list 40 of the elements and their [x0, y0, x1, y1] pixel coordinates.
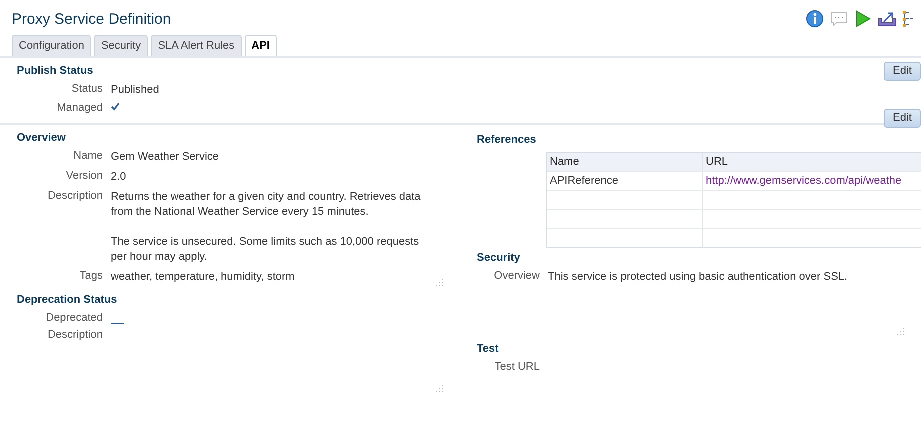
field-value: weather, temperature, humidity, storm — [111, 270, 295, 285]
tab[interactable]: API — [244, 35, 277, 56]
column-header: Name — [547, 153, 703, 171]
field-label: Deprecated — [45, 312, 104, 324]
url-link[interactable]: http://www.gemservices.com/api/weathe — [703, 172, 905, 190]
field-label: Status — [70, 83, 104, 95]
resize-grip-icon[interactable] — [435, 278, 444, 287]
field-value: The service is unsecured. Some limits such as 10,000 requests per hour may apply. — [111, 235, 420, 265]
status-value: Published — [111, 83, 160, 97]
page-title: Proxy Service Definition — [12, 10, 172, 28]
section-heading: Overview — [17, 132, 66, 144]
column-header: URL — [705, 155, 730, 170]
play-icon[interactable] — [854, 10, 873, 28]
field-label: Description — [46, 329, 104, 341]
info-icon[interactable] — [806, 10, 825, 28]
section-heading: References — [477, 134, 536, 146]
table-cell: APIReference — [547, 172, 703, 190]
edit-button[interactable]: Edit — [884, 108, 921, 128]
field-label: Name — [72, 150, 104, 162]
field-value: This service is protected using basic authentication over SSL. — [548, 270, 848, 284]
tab[interactable]: Security — [94, 35, 148, 56]
section-heading: Publish Status — [17, 65, 94, 77]
section-heading: Security — [477, 252, 520, 264]
section-heading: Test — [477, 343, 499, 355]
field-label: Version — [65, 170, 104, 182]
section-heading: Deprecation Status — [17, 294, 118, 306]
upload-icon[interactable] — [878, 10, 897, 28]
field-value: Returns the weather for a given city and country. Retrieves data from the National Weather Service every 15 minutes. — [111, 190, 422, 220]
field-label: Description — [46, 190, 104, 202]
tab[interactable]: Configuration — [12, 35, 92, 56]
edit-button[interactable]: Edit — [884, 62, 921, 80]
field-label: Managed — [56, 102, 104, 114]
field-value: 2.0 — [111, 170, 126, 185]
field-label: Test URL — [494, 361, 541, 373]
resize-grip-icon[interactable] — [896, 327, 905, 336]
resize-grip-icon[interactable] — [435, 384, 444, 393]
field-label: Overview — [493, 270, 541, 282]
field-value: Gem Weather Service — [111, 150, 220, 165]
field-label: Tags — [78, 270, 104, 282]
tab[interactable]: SLA Alert Rules — [151, 35, 242, 56]
